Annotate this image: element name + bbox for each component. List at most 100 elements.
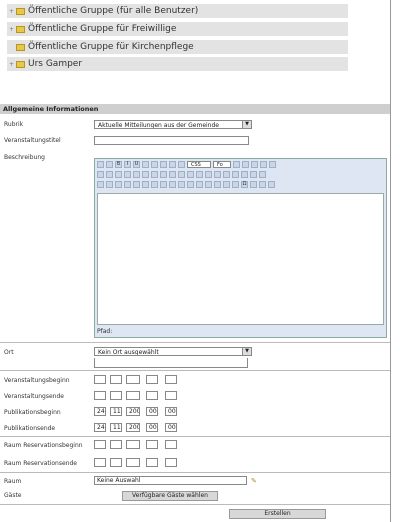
event-end-month[interactable] (110, 391, 122, 400)
room-end-minute[interactable] (165, 458, 177, 467)
event-start-minute[interactable] (165, 375, 177, 384)
pub-end-minute[interactable]: 00 (165, 423, 177, 432)
align-center-icon[interactable] (160, 161, 167, 168)
tree-item-user[interactable]: + Urs Gamper (7, 57, 348, 71)
new-doc-icon[interactable] (97, 161, 104, 168)
room-start-minute[interactable] (165, 440, 177, 449)
media-icon[interactable] (259, 181, 266, 188)
expand-icon[interactable]: + (7, 8, 16, 15)
align-left-icon[interactable] (151, 161, 158, 168)
event-end-minute[interactable] (165, 391, 177, 400)
pub-end-day[interactable]: 24 (94, 423, 106, 432)
pub-end-year[interactable]: 2008 (126, 423, 140, 432)
fullscreen-icon[interactable] (268, 181, 275, 188)
align-right-icon[interactable] (169, 161, 176, 168)
justify-icon[interactable] (178, 161, 185, 168)
room-end-month[interactable] (110, 458, 122, 467)
col-before-icon[interactable] (151, 181, 158, 188)
event-start-month[interactable] (110, 375, 122, 384)
row-before-icon[interactable] (124, 181, 131, 188)
preview-icon[interactable] (106, 161, 113, 168)
bullet-list-icon[interactable] (115, 171, 122, 178)
underline-icon[interactable]: U (133, 161, 140, 168)
event-end-hour[interactable] (146, 391, 158, 400)
editor-content-area[interactable] (97, 193, 384, 325)
pub-start-year[interactable]: 2008 (126, 407, 140, 416)
paste-text-icon[interactable] (260, 161, 267, 168)
help-icon[interactable] (214, 171, 221, 178)
create-button[interactable]: Erstellen (229, 509, 326, 519)
copy-icon[interactable] (242, 161, 249, 168)
tree-item-public-volunteers[interactable]: + Öffentliche Gruppe für Freiwillige (7, 22, 348, 36)
delete-col-icon[interactable] (169, 181, 176, 188)
expand-icon[interactable]: + (7, 26, 16, 33)
redo-icon[interactable] (160, 171, 167, 178)
paste-word-icon[interactable] (269, 161, 276, 168)
split-cells-icon[interactable] (178, 181, 185, 188)
title-input[interactable] (94, 136, 249, 145)
replace-icon[interactable] (106, 171, 113, 178)
expand-icon[interactable]: + (7, 61, 16, 68)
rubrik-select[interactable]: Aktuelle Mitteilungen aus der Gemeinde ▼ (94, 120, 252, 129)
pub-start-hour[interactable]: 00 (146, 407, 158, 416)
date-icon[interactable] (232, 171, 239, 178)
pub-start-day[interactable]: 24 (94, 407, 106, 416)
remove-format-icon[interactable] (205, 181, 212, 188)
choose-guests-button[interactable]: Verfügbare Gäste wählen (122, 491, 218, 501)
event-start-hour[interactable] (146, 375, 158, 384)
italic-icon[interactable]: I (124, 161, 131, 168)
indent-icon[interactable] (142, 171, 149, 178)
hr-icon[interactable] (196, 181, 203, 188)
room-start-year[interactable] (126, 440, 140, 449)
room-input[interactable]: Keine Auswahl (94, 476, 247, 485)
room-start-day[interactable] (94, 440, 106, 449)
outdent-icon[interactable] (133, 171, 140, 178)
style-select[interactable]: CSS (187, 161, 211, 168)
link-icon[interactable] (169, 171, 176, 178)
bold-icon[interactable]: B (115, 161, 122, 168)
paste-icon[interactable] (251, 161, 258, 168)
emotion-icon[interactable] (250, 181, 257, 188)
subscript-icon[interactable] (223, 181, 230, 188)
cleanup-icon[interactable] (205, 171, 212, 178)
undo-icon[interactable] (151, 171, 158, 178)
pub-start-minute[interactable]: 00 (165, 407, 177, 416)
delete-row-icon[interactable] (142, 181, 149, 188)
image-icon[interactable] (196, 171, 203, 178)
col-after-icon[interactable] (160, 181, 167, 188)
merge-cells-icon[interactable] (187, 181, 194, 188)
event-start-year[interactable] (126, 375, 140, 384)
text-color-icon[interactable] (250, 171, 257, 178)
location-select[interactable]: Kein Ort ausgewählt ▼ (94, 347, 252, 356)
number-list-icon[interactable] (124, 171, 131, 178)
pub-start-month[interactable]: 11 (110, 407, 122, 416)
font-select[interactable]: Fo (213, 161, 231, 168)
pub-end-hour[interactable]: 00 (146, 423, 158, 432)
event-start-day[interactable] (94, 375, 106, 384)
superscript-icon[interactable] (232, 181, 239, 188)
table-icon[interactable] (97, 181, 104, 188)
room-end-day[interactable] (94, 458, 106, 467)
bg-color-icon[interactable] (259, 171, 266, 178)
cell-props-icon[interactable] (115, 181, 122, 188)
time-icon[interactable] (241, 171, 248, 178)
pub-end-month[interactable]: 11 (110, 423, 122, 432)
location-list[interactable] (94, 358, 248, 368)
code-icon[interactable] (223, 171, 230, 178)
strike-icon[interactable] (142, 161, 149, 168)
event-end-year[interactable] (126, 391, 140, 400)
room-start-month[interactable] (110, 440, 122, 449)
visual-aid-icon[interactable] (214, 181, 221, 188)
anchor-icon[interactable] (187, 171, 194, 178)
find-icon[interactable] (97, 171, 104, 178)
row-props-icon[interactable] (106, 181, 113, 188)
charmap-icon[interactable]: Ω (241, 181, 248, 188)
unlink-icon[interactable] (178, 171, 185, 178)
cut-icon[interactable] (233, 161, 240, 168)
edit-room-icon[interactable]: ✎ (251, 477, 257, 485)
tree-item-public-all[interactable]: + Öffentliche Gruppe (für alle Benutzer) (7, 4, 348, 18)
room-end-hour[interactable] (146, 458, 158, 467)
tree-item-public-church[interactable]: Öffentliche Gruppe für Kirchenpflege (7, 40, 348, 54)
row-after-icon[interactable] (133, 181, 140, 188)
room-start-hour[interactable] (146, 440, 158, 449)
